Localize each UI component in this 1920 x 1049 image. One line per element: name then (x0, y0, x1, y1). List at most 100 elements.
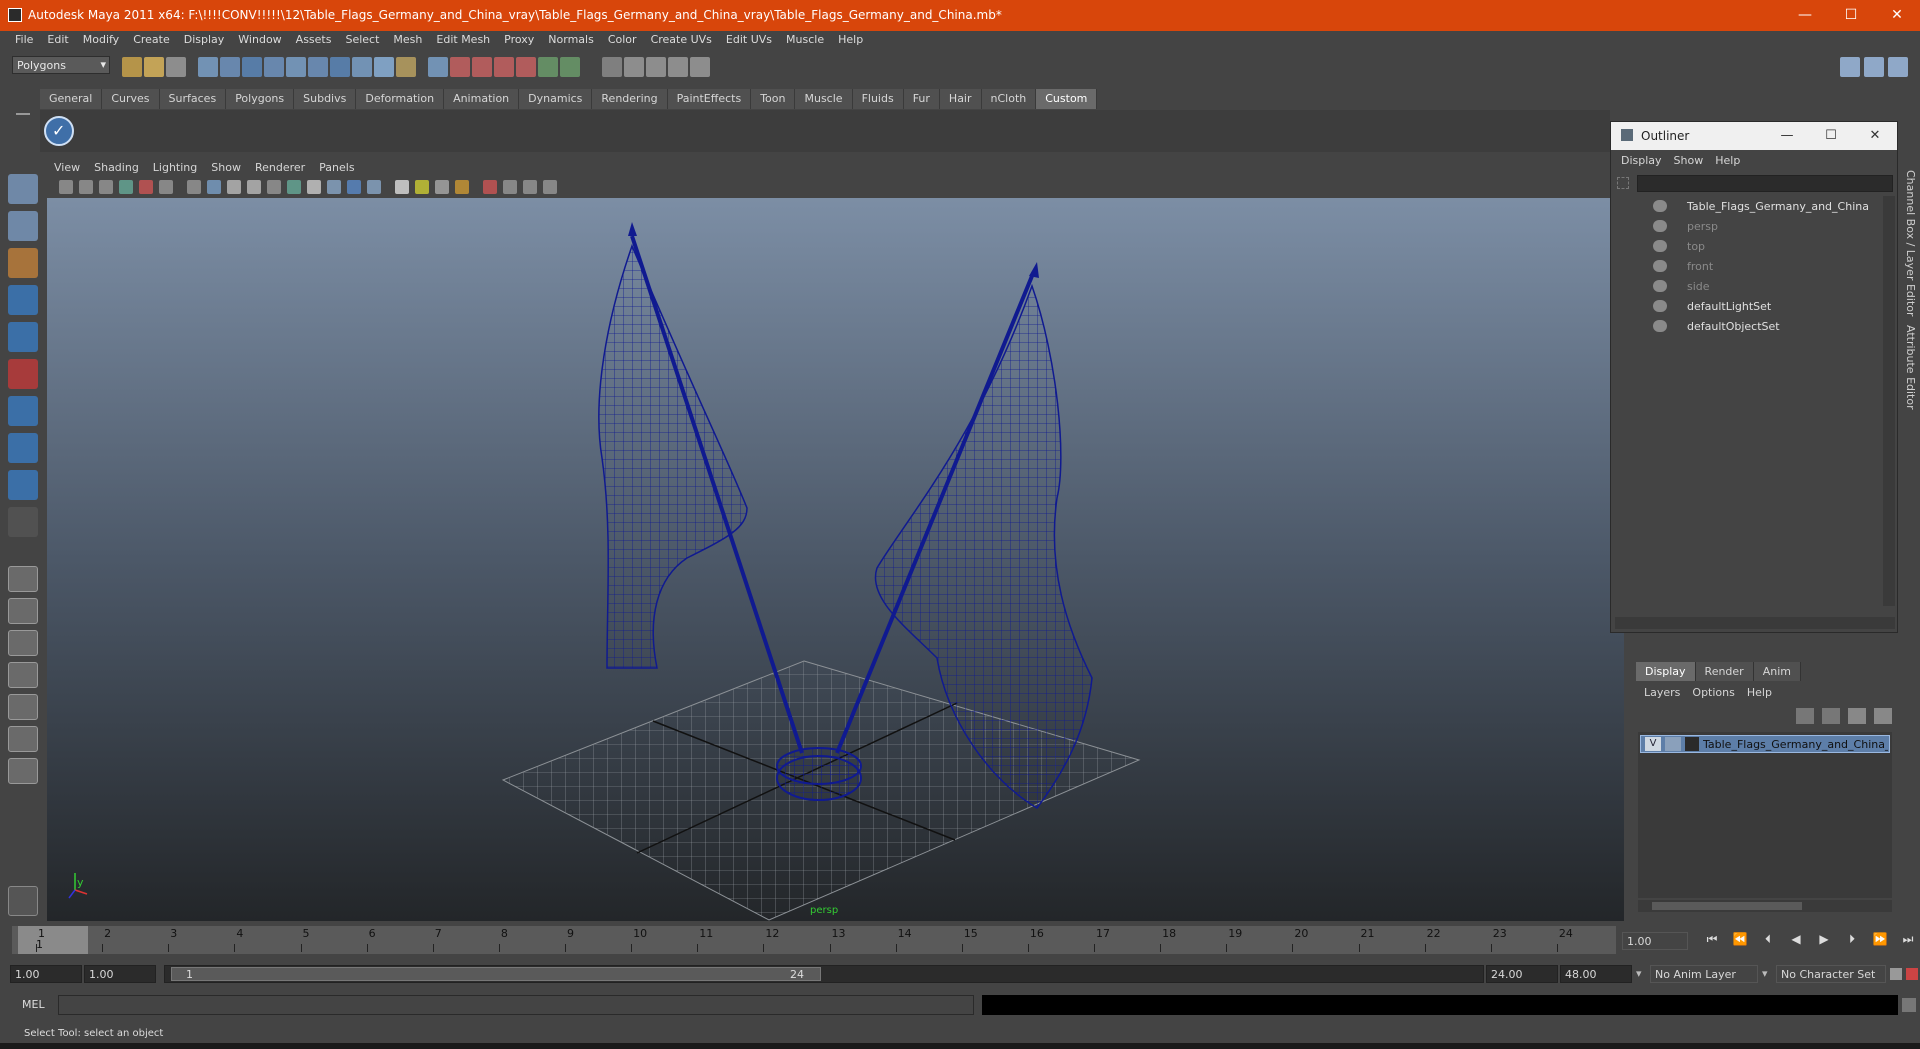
panel-tool-icon[interactable] (79, 180, 93, 194)
status-tool-icon[interactable] (494, 57, 514, 77)
status-tool-icon[interactable] (450, 57, 470, 77)
outliner-item[interactable]: defaultObjectSet (1615, 316, 1885, 336)
shelf-tab-rendering[interactable]: Rendering (592, 89, 668, 109)
panel-tool-icon[interactable] (483, 180, 497, 194)
outliner-menu-help[interactable]: Help (1709, 152, 1746, 170)
perspective-viewport[interactable]: y persp (47, 198, 1624, 921)
menu-color[interactable]: Color (601, 31, 644, 50)
toolbox-tool-icon[interactable] (8, 174, 38, 204)
step-back-key-icon[interactable]: ⏪ (1730, 932, 1750, 950)
panel-tool-icon[interactable] (159, 180, 173, 194)
status-tool-icon[interactable] (602, 57, 622, 77)
status-tool-icon[interactable] (308, 57, 328, 77)
outliner-item[interactable]: persp (1615, 216, 1885, 236)
menu-edit-mesh[interactable]: Edit Mesh (429, 31, 497, 50)
status-tool-icon[interactable] (428, 57, 448, 77)
panel-menu-renderer[interactable]: Renderer (248, 159, 312, 177)
menu-mesh[interactable]: Mesh (386, 31, 429, 50)
playback-end-field[interactable]: 24.00 (1486, 965, 1558, 983)
outliner-close-button[interactable]: ✕ (1853, 122, 1897, 150)
panel-tool-icon[interactable] (247, 180, 261, 194)
time-slider[interactable]: 1 1 2 3 4 5 6 7 8 9 10 11 12 13 14 15 16 17 18 19 20 21 22 23 2… (12, 926, 1616, 954)
panel-menu-lighting[interactable]: Lighting (146, 159, 204, 177)
script-editor-icon[interactable] (1902, 998, 1916, 1012)
shelf-tab-custom[interactable]: Custom (1036, 89, 1098, 109)
panel-tool-icon[interactable] (503, 180, 517, 194)
panel-menu-panels[interactable]: Panels (312, 159, 361, 177)
filter-icon[interactable] (1617, 177, 1629, 189)
shelf-tab-fluids[interactable]: Fluids (852, 89, 904, 109)
status-tool-icon[interactable] (472, 57, 492, 77)
anim-layer-dropdown[interactable]: No Anim Layer (1650, 965, 1758, 983)
layer-row[interactable]: V Table_Flags_Germany_and_China_layer (1640, 735, 1890, 753)
outliner-maximize-button[interactable]: ☐ (1809, 122, 1853, 150)
layer-menu-help[interactable]: Help (1741, 684, 1778, 701)
status-tool-icon[interactable] (242, 57, 262, 77)
layout-preset-icon[interactable] (8, 630, 38, 656)
shelf-tab-polygons[interactable]: Polygons (226, 89, 295, 109)
panel-tool-icon[interactable] (327, 180, 341, 194)
layer-display-type-icon[interactable] (1685, 737, 1699, 751)
panel-tool-icon[interactable] (207, 180, 221, 194)
outliner-item[interactable]: Table_Flags_Germany_and_China (1615, 196, 1885, 216)
shelf-tab-hair[interactable]: Hair (939, 89, 982, 109)
step-forward-key-icon[interactable]: ⏩ (1870, 932, 1890, 950)
shelf-menu-icon[interactable] (16, 113, 30, 115)
layer-visibility-toggle[interactable]: V (1645, 737, 1661, 751)
menu-window[interactable]: Window (231, 31, 288, 50)
panel-tool-icon[interactable] (187, 180, 201, 194)
animation-end-field[interactable]: 48.00 (1560, 965, 1632, 983)
panel-tool-icon[interactable] (139, 180, 153, 194)
toolbox-tool-icon[interactable] (8, 396, 38, 426)
panel-tool-icon[interactable] (307, 180, 321, 194)
outliner-item[interactable]: top (1615, 236, 1885, 256)
panel-menu-show[interactable]: Show (204, 159, 248, 177)
layout-preset-icon[interactable] (8, 726, 38, 752)
panel-tool-icon[interactable] (119, 180, 133, 194)
panel-tool-icon[interactable] (543, 180, 557, 194)
go-to-start-icon[interactable]: ⏮ (1702, 932, 1722, 950)
menu-assets[interactable]: Assets (289, 31, 339, 50)
outliner-minimize-button[interactable]: — (1765, 122, 1809, 150)
panel-menu-shading[interactable]: Shading (87, 159, 146, 177)
layer-add-selected-icon[interactable] (1874, 708, 1892, 724)
layout-preset-icon[interactable] (8, 694, 38, 720)
outliner-item[interactable]: front (1615, 256, 1885, 276)
go-to-end-icon[interactable]: ⏭ (1898, 932, 1918, 950)
outliner-menu-display[interactable]: Display (1615, 152, 1668, 170)
menu-proxy[interactable]: Proxy (497, 31, 541, 50)
shelf-tab-ncloth[interactable]: nCloth (981, 89, 1037, 109)
animation-start-field[interactable]: 1.00 (10, 965, 82, 983)
shelf-tab-dynamics[interactable]: Dynamics (519, 89, 593, 109)
layout-toggle-icon[interactable] (1864, 57, 1884, 77)
outliner-filter-input[interactable] (1637, 175, 1893, 192)
anim-layer-chevron-icon[interactable]: ▾ (1636, 967, 1642, 980)
command-input[interactable] (58, 995, 974, 1015)
menu-normals[interactable]: Normals (541, 31, 601, 50)
outliner-item[interactable]: side (1615, 276, 1885, 296)
range-slider-handle[interactable]: 1 24 (171, 967, 821, 981)
shelf-tab-surfaces[interactable]: Surfaces (159, 89, 227, 109)
layer-tab-display[interactable]: Display (1636, 662, 1696, 681)
script-language-label[interactable]: MEL (22, 998, 45, 1011)
menu-create-uvs[interactable]: Create UVs (644, 31, 719, 50)
menu-help[interactable]: Help (831, 31, 870, 50)
range-slider-track[interactable]: 1 24 (164, 965, 1484, 983)
status-tool-icon[interactable] (646, 57, 666, 77)
menu-file[interactable]: File (8, 31, 40, 50)
toolbox-tool-icon[interactable] (8, 470, 38, 500)
shelf-tab-subdivs[interactable]: Subdivs (294, 89, 357, 109)
outliner-titlebar[interactable]: Outliner — ☐ ✕ (1611, 122, 1897, 150)
shelf-tab-animation[interactable]: Animation (444, 89, 520, 109)
menu-set-dropdown[interactable]: Polygons ▾ (12, 56, 110, 74)
panel-tool-icon[interactable] (287, 180, 301, 194)
layout-toggle-icon[interactable] (1840, 57, 1860, 77)
step-forward-frame-icon[interactable]: ⏵ (1842, 932, 1862, 950)
layout-toggle-icon[interactable] (1888, 57, 1908, 77)
toolbox-tool-icon[interactable] (8, 285, 38, 315)
status-tool-icon[interactable] (690, 57, 710, 77)
layer-new-icon[interactable] (1796, 708, 1814, 724)
checkmark-shelf-icon[interactable]: ✓ (44, 116, 74, 146)
layer-create-icon[interactable] (1848, 708, 1866, 724)
outliner-vertical-scrollbar[interactable] (1883, 196, 1895, 606)
